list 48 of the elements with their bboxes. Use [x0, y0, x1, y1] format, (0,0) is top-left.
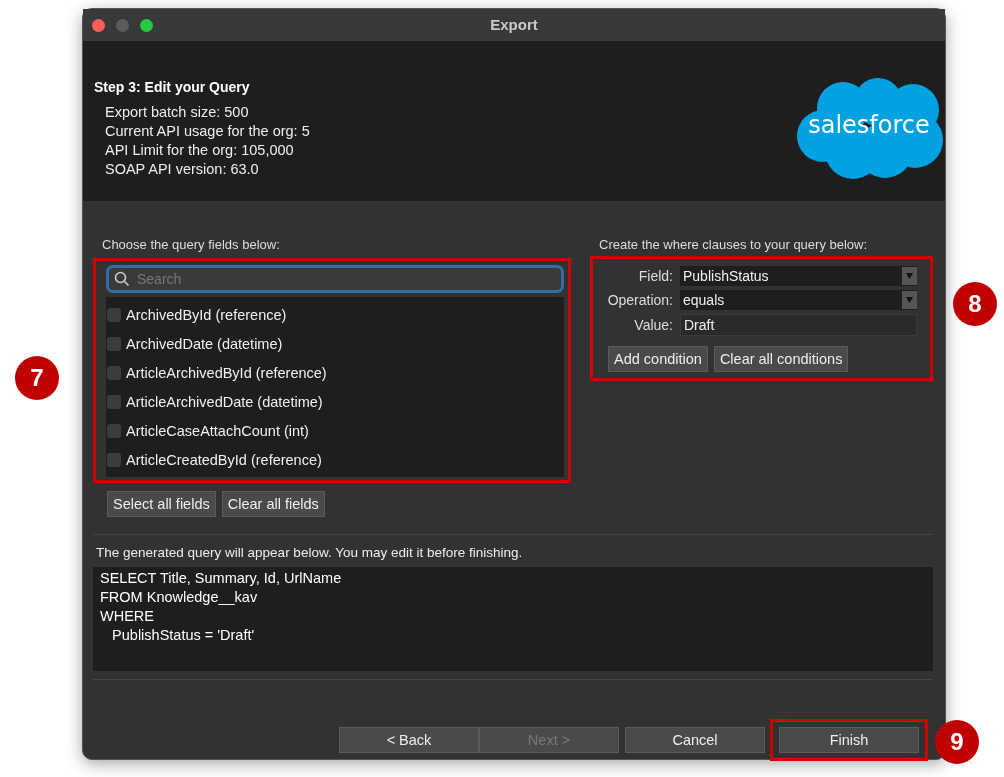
- callout-badge: 9: [935, 720, 979, 764]
- wizard-button[interactable]: Finish: [779, 727, 919, 753]
- salesforce-logo: salesforce: [793, 76, 945, 182]
- search-field[interactable]: Search: [106, 265, 564, 293]
- info-line: SOAP API version: 63.0: [104, 160, 260, 179]
- field-item[interactable]: ArchivedById (reference): [126, 306, 287, 323]
- info-line: Export batch size: 500: [104, 103, 250, 122]
- field-item[interactable]: ArticleArchivedById (reference): [126, 364, 327, 381]
- checkbox[interactable]: [107, 394, 121, 409]
- query-editor[interactable]: SELECT Title, Summary, Id, UrlName FROM Knowledge__kav WHERE PublishStatus = 'Draft': [93, 567, 933, 671]
- search-icon: [114, 271, 130, 287]
- field-button[interactable]: Clear all fields: [221, 491, 325, 517]
- field-item[interactable]: ArticleArchivedDate (datetime): [126, 393, 323, 410]
- where-label: Create the where clauses to your query below:: [598, 237, 869, 252]
- window-title: Export: [490, 16, 538, 33]
- checkbox[interactable]: [107, 423, 121, 438]
- info-line: API Limit for the org: 105,000: [104, 141, 295, 160]
- value-field[interactable]: Draft: [680, 314, 917, 336]
- field-item[interactable]: ArticleCaseAttachCount (int): [126, 422, 309, 439]
- condition-button[interactable]: Clear all conditions: [713, 346, 849, 372]
- checkbox[interactable]: [107, 307, 121, 322]
- checkbox[interactable]: [107, 452, 121, 467]
- query-line: SELECT Title, Summary, Id, UrlName: [100, 569, 343, 588]
- condition-dropdown[interactable]: PublishStatus: [680, 266, 917, 286]
- query-line: WHERE: [100, 607, 155, 626]
- step-title: Step 3: Edit your Query: [94, 79, 251, 95]
- callout-badge: 7: [15, 356, 59, 400]
- info-line: Current API usage for the org: 5: [104, 122, 310, 141]
- condition-button[interactable]: Add condition: [608, 346, 708, 372]
- fields-label: Choose the query fields below:: [101, 237, 281, 252]
- field-button[interactable]: Select all fields: [107, 491, 216, 517]
- close-button[interactable]: [92, 18, 105, 32]
- callout-badge: 8: [953, 282, 997, 326]
- condition-label: Operation:: [606, 292, 673, 308]
- query-label: The generated query will appear below. You may edit it before finishing.: [95, 545, 524, 560]
- condition-label: Value:: [633, 317, 673, 333]
- condition-label: Field:: [637, 268, 673, 284]
- checkbox[interactable]: [107, 365, 121, 380]
- field-item[interactable]: ArchivedDate (datetime): [126, 335, 283, 352]
- field-item[interactable]: ArticleCreatedById (reference): [126, 451, 322, 468]
- minimize-button[interactable]: [116, 18, 129, 32]
- checkbox[interactable]: [107, 336, 121, 351]
- query-line: PublishStatus = 'Draft': [111, 626, 256, 645]
- wizard-button[interactable]: Cancel: [625, 727, 765, 753]
- query-line: FROM Knowledge__kav: [100, 588, 259, 607]
- condition-dropdown[interactable]: equals: [680, 290, 917, 310]
- wizard-button[interactable]: < Back: [339, 727, 479, 753]
- zoom-button[interactable]: [140, 18, 153, 32]
